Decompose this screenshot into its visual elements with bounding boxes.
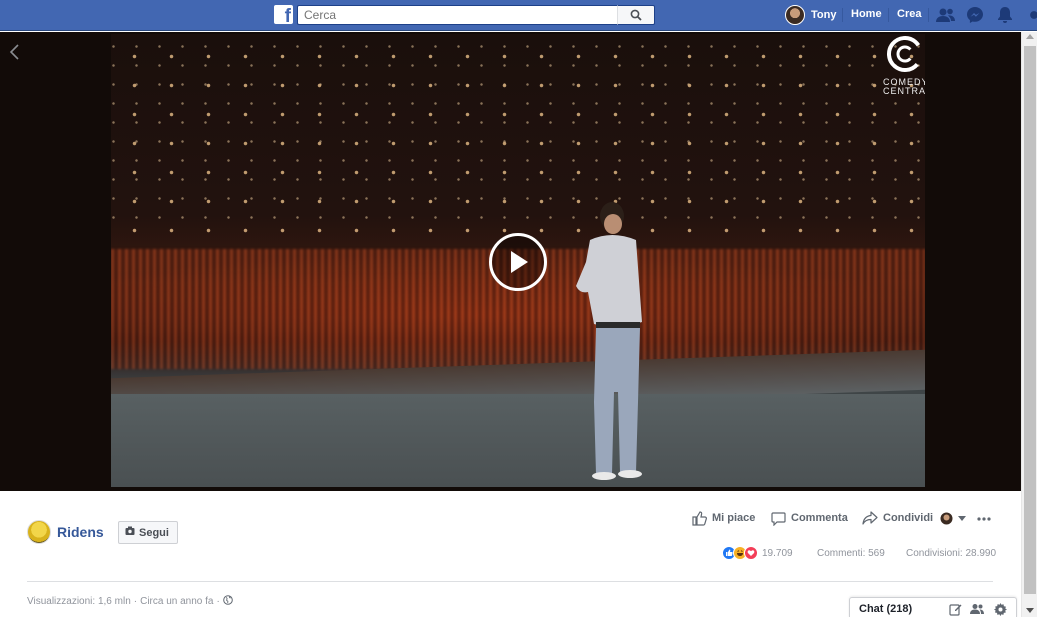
comment-icon xyxy=(771,511,786,526)
messenger-icon[interactable] xyxy=(965,5,985,25)
chat-bar[interactable]: Chat (218) xyxy=(849,597,1017,617)
facebook-logo-icon[interactable]: f xyxy=(274,5,293,26)
search-icon xyxy=(630,9,642,21)
gear-icon[interactable] xyxy=(993,602,1007,616)
scroll-down-arrow-icon[interactable] xyxy=(1026,608,1034,613)
channel-logo: COMEDY CENTRAL xyxy=(881,34,925,100)
video-frame-stage xyxy=(111,394,925,487)
like-label: Mi piace xyxy=(712,512,756,524)
nav-divider xyxy=(888,8,889,22)
more-dots-icon xyxy=(977,512,991,524)
follow-label: Segui xyxy=(139,526,169,539)
friends-icon[interactable] xyxy=(936,5,956,25)
comments-count[interactable]: Commenti: 569 xyxy=(817,548,885,559)
page-name-link[interactable]: Ridens xyxy=(57,524,104,540)
more-icon[interactable] xyxy=(1029,5,1037,25)
nav-divider xyxy=(928,8,929,22)
scrollbar-thumb[interactable] xyxy=(1024,46,1036,594)
back-arrow-icon[interactable] xyxy=(7,43,21,61)
shares-count[interactable]: Condivisioni: 28.990 xyxy=(906,548,996,559)
views-count: Visualizzazioni: 1,6 mln xyxy=(27,596,131,607)
video-frame-lights xyxy=(111,34,925,234)
public-globe-icon xyxy=(223,595,233,608)
avatar xyxy=(785,5,805,25)
video-theater: COMEDY CENTRAL xyxy=(0,32,1021,491)
create-group-icon[interactable] xyxy=(970,602,984,616)
search-button[interactable] xyxy=(617,5,655,25)
play-button[interactable] xyxy=(489,233,547,291)
like-button[interactable]: Mi piace xyxy=(692,509,755,527)
profile-name: Tony xyxy=(811,9,837,21)
separator-dot: · xyxy=(133,596,138,607)
video-frame-performer xyxy=(576,202,642,480)
page-avatar[interactable] xyxy=(27,520,51,544)
share-icon xyxy=(862,511,878,525)
share-button[interactable]: Condividi xyxy=(862,509,933,527)
channel-logo-text: COMEDY CENTRAL xyxy=(883,77,925,96)
top-navigation-bar: f Tony Home Crea xyxy=(0,0,1037,31)
love-reaction-icon xyxy=(744,546,758,560)
profile-link[interactable]: Tony xyxy=(785,4,836,26)
share-label: Condividi xyxy=(883,512,934,524)
new-message-icon[interactable] xyxy=(948,602,962,616)
nav-create-link[interactable]: Crea xyxy=(897,8,921,20)
nav-divider xyxy=(842,8,843,22)
comment-button[interactable]: Commenta xyxy=(771,509,848,527)
post-as-selector[interactable] xyxy=(940,509,966,527)
play-icon xyxy=(511,251,528,273)
scroll-up-arrow-icon[interactable] xyxy=(1026,34,1034,39)
search-input[interactable] xyxy=(297,5,617,25)
post-timestamp[interactable]: Circa un anno fa xyxy=(140,596,213,607)
notifications-icon[interactable] xyxy=(995,5,1015,25)
avatar xyxy=(940,512,953,525)
follow-icon xyxy=(125,526,135,539)
video-player[interactable]: COMEDY CENTRAL xyxy=(111,34,925,487)
follow-button[interactable]: Segui xyxy=(118,521,178,544)
nav-home-link[interactable]: Home xyxy=(851,8,882,20)
page-scrollbar[interactable] xyxy=(1021,32,1037,617)
separator-dot: · xyxy=(216,596,220,607)
thumbs-up-icon xyxy=(692,510,707,526)
comment-label: Commenta xyxy=(791,512,848,524)
post-meta: Visualizzazioni: 1,6 mln · Circa un anno… xyxy=(27,595,233,608)
more-options-button[interactable] xyxy=(977,509,991,527)
divider xyxy=(27,581,993,582)
chat-label: Chat (218) xyxy=(859,603,913,615)
chevron-down-icon xyxy=(958,512,966,524)
reaction-count: 19.709 xyxy=(762,547,793,559)
reactions-summary[interactable]: 19.709 xyxy=(722,546,793,560)
